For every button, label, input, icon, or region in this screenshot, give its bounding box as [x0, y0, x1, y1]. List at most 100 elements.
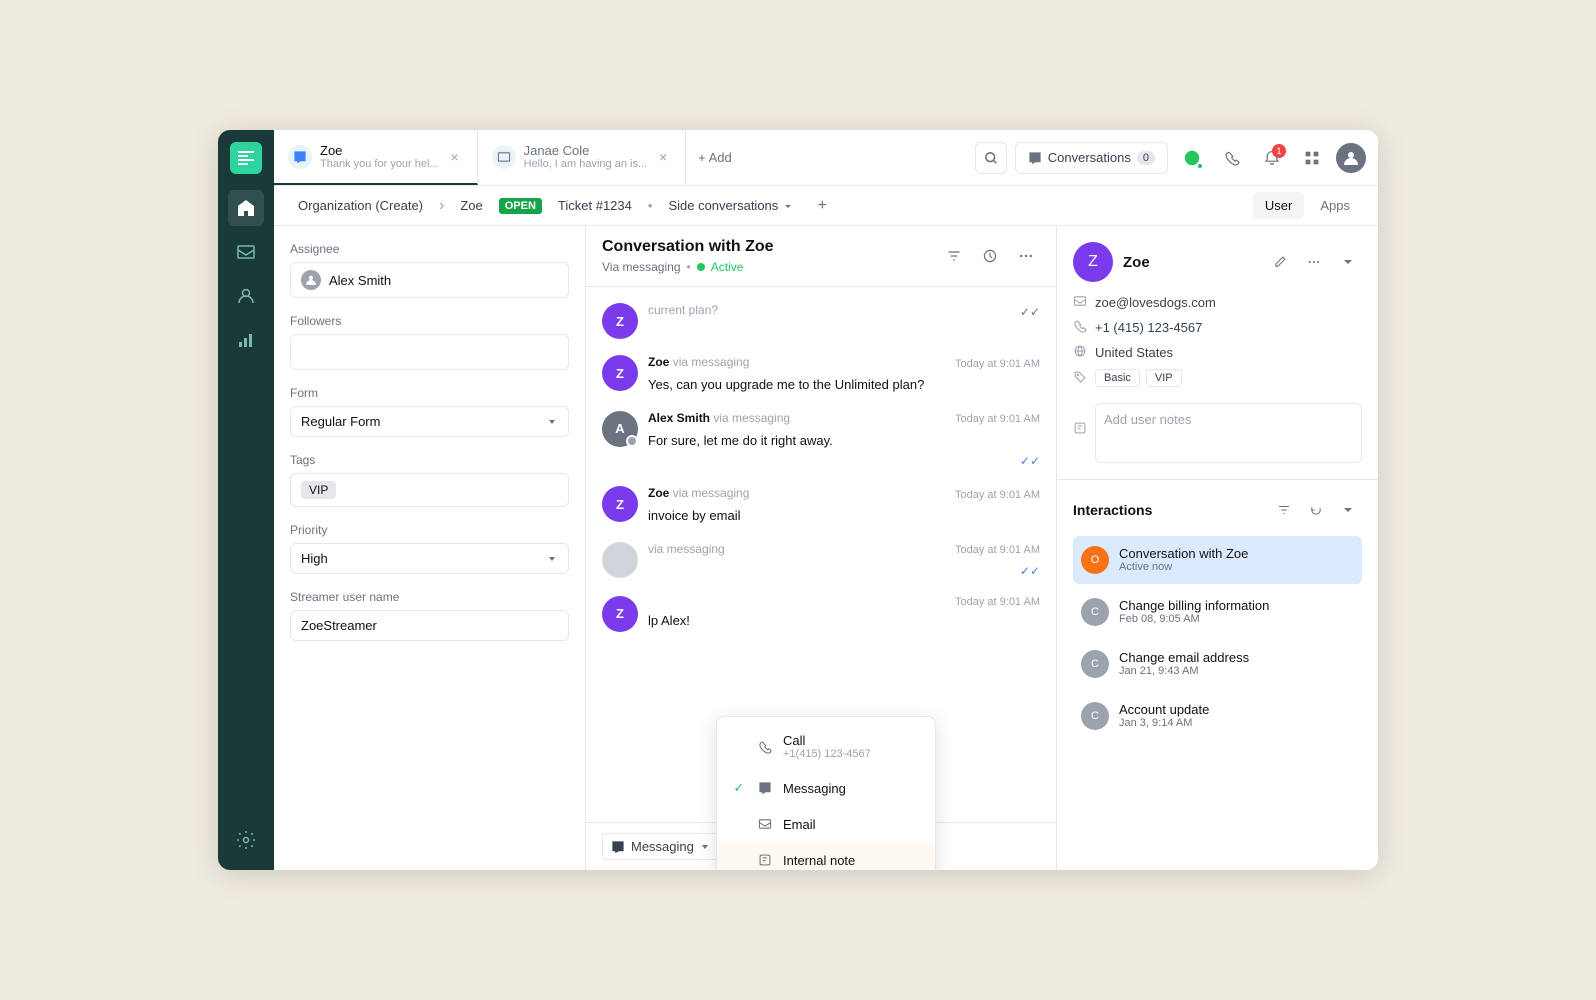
- form-select[interactable]: Regular Form: [290, 406, 569, 437]
- interactions-collapse-button[interactable]: [1334, 496, 1362, 524]
- message-body: Zoe via messaging Today at 9:01 AM Yes, …: [648, 355, 1040, 395]
- interaction-title: Change email address: [1119, 650, 1354, 665]
- tab-zoe[interactable]: Zoe Thank you for your hel... ×: [274, 130, 478, 185]
- priority-select[interactable]: High: [290, 543, 569, 574]
- sidebar-item-reports[interactable]: [228, 322, 264, 358]
- message-icon: [757, 780, 773, 796]
- profile-info: zoe@lovesdogs.com +1 (415) 123-4567: [1073, 294, 1362, 463]
- dropdown-item-internal-note[interactable]: Internal note: [717, 842, 935, 870]
- left-panel: Assignee Alex Smith Followers Form: [274, 226, 586, 870]
- profile-phone: +1 (415) 123-4567: [1095, 320, 1202, 335]
- dropdown-messaging-label: Messaging: [783, 781, 846, 796]
- notes-icon: [1073, 421, 1087, 438]
- sidebar-item-inbox[interactable]: [228, 234, 264, 270]
- grid-button[interactable]: [1296, 142, 1328, 174]
- tab-zoe-title: Zoe: [320, 143, 439, 158]
- user-profile-header: Z Zoe: [1073, 242, 1362, 282]
- avatar: Z: [602, 303, 638, 339]
- message-text: For sure, let me do it right away.: [648, 431, 1040, 451]
- interactions-refresh-button[interactable]: [1302, 496, 1330, 524]
- conversation-title-block: Conversation with Zoe Via messaging • Ac…: [602, 238, 774, 274]
- interaction-icon-billing: C: [1081, 598, 1109, 626]
- dropdown-item-messaging[interactable]: ✓ Messaging: [717, 770, 935, 806]
- edit-profile-button[interactable]: [1266, 248, 1294, 276]
- profile-country-row: United States: [1073, 344, 1362, 361]
- streamer-input[interactable]: ZoeStreamer: [290, 610, 569, 641]
- conversations-button[interactable]: Conversations 0: [1015, 142, 1168, 174]
- conversation-meta: Via messaging • Active: [602, 260, 774, 274]
- dropdown-item-email[interactable]: Email: [717, 806, 935, 842]
- profile-more-button[interactable]: [1300, 248, 1328, 276]
- profile-name: Zoe: [1123, 254, 1150, 271]
- interaction-subtitle: Feb 08, 9:05 AM: [1119, 613, 1354, 625]
- sidebar-item-settings[interactable]: [228, 822, 264, 858]
- table-row: Z current plan? ✓✓: [602, 303, 1040, 339]
- message-body: Today at 9:01 AM lp Alex!: [648, 596, 1040, 632]
- notes-placeholder: Add user notes: [1104, 412, 1191, 427]
- breadcrumb-user[interactable]: Zoe: [452, 194, 490, 217]
- list-item[interactable]: C Change billing information Feb 08, 9:0…: [1073, 588, 1362, 636]
- table-row: via messaging Today at 9:01 AM ✓✓: [602, 542, 1040, 580]
- tab-zoe-subtitle: Thank you for your hel...: [320, 158, 439, 170]
- breadcrumb-org[interactable]: Organization (Create): [290, 194, 431, 217]
- history-button[interactable]: [976, 242, 1004, 270]
- tags-input[interactable]: VIP: [290, 473, 569, 507]
- profile-country: United States: [1095, 345, 1173, 360]
- profile-phone-row: +1 (415) 123-4567: [1073, 319, 1362, 336]
- message-header: current plan? ✓✓: [648, 303, 1040, 320]
- message-time: Today at 9:01 AM: [955, 544, 1040, 556]
- message-text: lp Alex!: [648, 611, 1040, 631]
- phone-button[interactable]: [1216, 142, 1248, 174]
- assignee-input[interactable]: Alex Smith: [290, 262, 569, 298]
- status-button[interactable]: [1176, 142, 1208, 174]
- tab-janae-close[interactable]: ×: [655, 149, 671, 165]
- notifications-button[interactable]: 1: [1256, 142, 1288, 174]
- interactions-filter-button[interactable]: [1270, 496, 1298, 524]
- notification-badge: 1: [1272, 144, 1286, 158]
- right-panel: Z Zoe: [1056, 226, 1378, 870]
- message-header: Zoe via messaging Today at 9:01 AM: [648, 355, 1040, 372]
- interactions-header: Interactions: [1073, 496, 1362, 524]
- list-item[interactable]: O Conversation with Zoe Active now: [1073, 536, 1362, 584]
- side-conversations-button[interactable]: Side conversations: [660, 194, 802, 217]
- tags-field: Tags VIP: [290, 453, 569, 507]
- tab-zoe-close[interactable]: ×: [447, 149, 463, 165]
- interaction-icon-account: C: [1081, 702, 1109, 730]
- ticket-status-badge: OPEN: [499, 198, 542, 214]
- email-icon: [1073, 294, 1087, 311]
- filter-button[interactable]: [940, 242, 968, 270]
- tab-zoe-icon: [288, 145, 312, 169]
- tab-janae[interactable]: Janae Cole Hello, I am having an is... ×: [478, 130, 687, 185]
- tab-user[interactable]: User: [1253, 192, 1304, 219]
- message-ticks: ✓✓: [1020, 564, 1040, 578]
- list-item[interactable]: C Change email address Jan 21, 9:43 AM: [1073, 640, 1362, 688]
- tab-apps[interactable]: Apps: [1308, 192, 1362, 219]
- followers-input[interactable]: [290, 334, 569, 370]
- logo[interactable]: [230, 142, 262, 174]
- assignee-name: Alex Smith: [329, 273, 391, 288]
- message-sender: current plan?: [648, 303, 718, 317]
- profile-collapse-button[interactable]: [1334, 248, 1362, 276]
- sidebar-item-contacts[interactable]: [228, 278, 264, 314]
- notes-textarea[interactable]: Add user notes: [1095, 403, 1362, 463]
- phone-icon: [757, 739, 773, 755]
- more-options-button[interactable]: [1012, 242, 1040, 270]
- message-time: Today at 9:01 AM: [955, 489, 1040, 501]
- message-sender: Alex Smith via messaging: [648, 411, 790, 425]
- sidebar-item-home[interactable]: [228, 190, 264, 226]
- conversation-title: Conversation with Zoe: [602, 238, 774, 256]
- add-tab-button[interactable]: + Add: [686, 150, 744, 165]
- table-row: Z Today at 9:01 AM lp Alex!: [602, 596, 1040, 632]
- avatar: [602, 542, 638, 578]
- composer-type-selector[interactable]: Messaging: [602, 833, 719, 860]
- add-breadcrumb-button[interactable]: +: [810, 194, 834, 218]
- breadcrumb-ticket[interactable]: Ticket #1234: [550, 194, 640, 217]
- dropdown-item-call[interactable]: Call +1(415) 123-4567: [717, 723, 935, 770]
- search-button[interactable]: [975, 142, 1007, 174]
- message-text: Yes, can you upgrade me to the Unlimited…: [648, 375, 1040, 395]
- conversation-via: Via messaging: [602, 260, 681, 274]
- table-row: A Alex Smith via messaging Today at 9:01…: [602, 411, 1040, 471]
- message-text: invoice by email: [648, 506, 1040, 526]
- list-item[interactable]: C Account update Jan 3, 9:14 AM: [1073, 692, 1362, 740]
- user-avatar[interactable]: [1336, 143, 1366, 173]
